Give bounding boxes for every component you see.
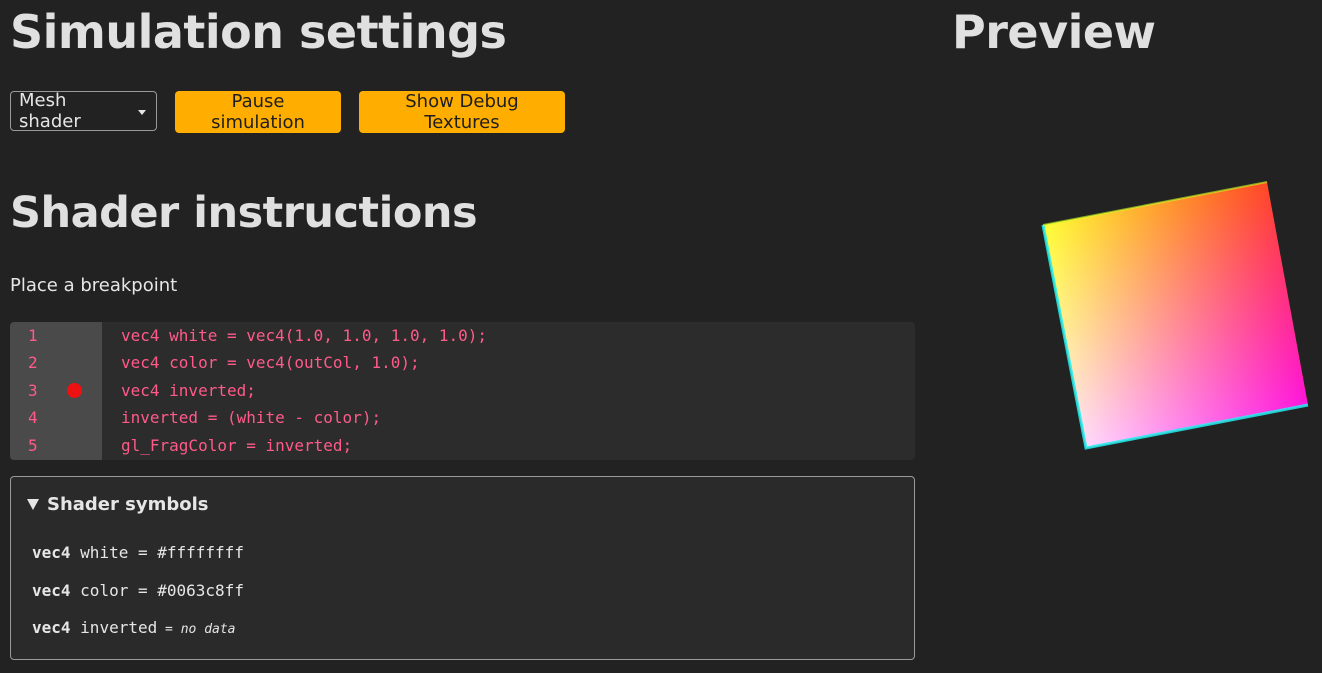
line-number: 2 <box>28 353 38 372</box>
symbol-type: vec4 <box>32 581 71 600</box>
symbol-no-data: = no data <box>157 622 236 637</box>
code-text: vec4 color = vec4(outCol, 1.0); <box>121 353 420 372</box>
shader-select-value: Mesh shader <box>19 90 81 132</box>
shaded-quad <box>1041 181 1309 450</box>
breakpoint-hint: Place a breakpoint <box>10 275 178 296</box>
code-line[interactable]: 3 vec4 inverted; <box>10 377 915 404</box>
line-number: 1 <box>28 326 38 345</box>
symbol-type: vec4 <box>32 543 71 562</box>
symbol-equals: = <box>128 543 158 562</box>
code-editor: 1 vec4 white = vec4(1.0, 1.0, 1.0, 1.0);… <box>10 322 915 460</box>
shader-symbols-panel: Shader symbols vec4 white = #ffffffff ve… <box>10 476 915 660</box>
line-number: 4 <box>28 408 38 427</box>
code-line[interactable]: 5 gl_FragColor = inverted; <box>10 432 915 459</box>
section-title: Shader instructions <box>10 188 478 238</box>
symbol-name: inverted <box>80 618 158 637</box>
show-debug-textures-button[interactable]: Show Debug Textures <box>359 91 565 133</box>
code-line[interactable]: 2 vec4 color = vec4(outCol, 1.0); <box>10 349 915 376</box>
chevron-down-icon <box>138 109 146 115</box>
symbol-name: color <box>80 581 129 600</box>
shader-symbols-label: Shader symbols <box>47 494 209 515</box>
disclosure-triangle-icon <box>27 499 39 510</box>
symbol-value: #ffffffff <box>157 543 244 562</box>
symbol-row: vec4 white = #ffffffff <box>32 543 244 562</box>
preview-title: Preview <box>952 5 1156 59</box>
preview-canvas[interactable] <box>1040 180 1312 455</box>
code-line[interactable]: 4 inverted = (white - color); <box>10 404 915 431</box>
breakpoint-icon[interactable] <box>67 383 82 398</box>
shader-symbols-toggle[interactable]: Shader symbols <box>27 494 209 515</box>
code-text: gl_FragColor = inverted; <box>121 436 353 455</box>
line-number: 5 <box>28 436 38 455</box>
symbol-equals: = <box>128 581 158 600</box>
pause-simulation-button[interactable]: Pause simulation <box>175 91 341 133</box>
symbol-row: vec4 inverted = no data <box>32 618 236 637</box>
code-text: inverted = (white - color); <box>121 408 382 427</box>
code-line[interactable]: 1 vec4 white = vec4(1.0, 1.0, 1.0, 1.0); <box>10 322 915 349</box>
symbol-value: #0063c8ff <box>157 581 244 600</box>
line-number: 3 <box>28 381 38 400</box>
shader-select[interactable]: Mesh shader <box>10 90 157 132</box>
symbol-type: vec4 <box>32 618 71 637</box>
symbol-name: white <box>80 543 129 562</box>
toolbar: Mesh shader Pause simulation Show Debug … <box>10 90 565 133</box>
code-text: vec4 inverted; <box>121 381 256 400</box>
code-text: vec4 white = vec4(1.0, 1.0, 1.0, 1.0); <box>121 326 488 345</box>
page-title: Simulation settings <box>10 5 507 59</box>
symbol-row: vec4 color = #0063c8ff <box>32 581 244 600</box>
